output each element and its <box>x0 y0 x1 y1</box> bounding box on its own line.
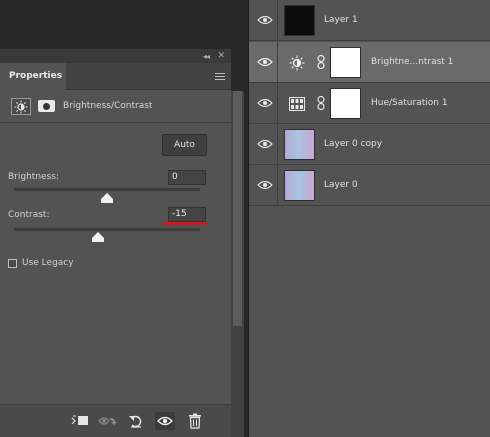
contrast-input[interactable]: -15 <box>168 207 206 222</box>
layer-mask-thumbnail[interactable] <box>330 47 361 78</box>
close-panel-icon[interactable]: ✕ <box>217 50 225 63</box>
properties-scroll-thumb[interactable] <box>233 91 242 326</box>
trash-icon[interactable] <box>185 412 205 430</box>
layer-row-layer-1[interactable]: Layer 1 <box>249 0 490 41</box>
contrast-highlight-mark <box>163 222 207 225</box>
layers-panel: Layer 1 Brightne...ntrast 1 Hue/Saturati… <box>249 0 490 437</box>
layer-name: Layer 0 copy <box>324 139 383 149</box>
eye-column-separator <box>277 0 278 41</box>
brightness-slider-track[interactable] <box>14 188 200 191</box>
layer-name: Layer 1 <box>324 15 358 25</box>
adjustment-title: Brightness/Contrast <box>63 101 153 111</box>
layer-name: Layer 0 <box>324 180 358 190</box>
collapse-panel-icon[interactable]: ◂◂ <box>203 50 210 63</box>
use-legacy-checkbox[interactable] <box>8 259 17 268</box>
layer-name: Hue/Saturation 1 <box>371 98 448 108</box>
properties-scrollbar[interactable] <box>231 91 244 437</box>
layer-thumbnail <box>284 129 315 160</box>
clip-to-layer-icon[interactable] <box>70 412 90 430</box>
properties-panel: ◂◂ ✕ Properties Brightness/Contrast <box>0 49 231 437</box>
link-chain-icon[interactable] <box>317 55 325 69</box>
eye-column-separator <box>277 83 278 124</box>
brightness-label: Brightness: <box>8 172 59 182</box>
layer-thumbnail <box>284 170 315 201</box>
visibility-eye-icon[interactable] <box>257 13 273 27</box>
layer-mask-thumbnail[interactable] <box>330 88 361 119</box>
layers-empty-area <box>249 206 490 437</box>
use-legacy-label: Use Legacy <box>22 258 74 268</box>
properties-panel-topbar: ◂◂ ✕ <box>0 50 231 63</box>
view-previous-state-icon[interactable] <box>98 412 118 430</box>
reset-icon[interactable] <box>126 412 146 430</box>
properties-bottom-bar <box>0 404 231 437</box>
layer-row-layer-0-copy[interactable]: Layer 0 copy <box>249 124 490 165</box>
contrast-slider-track[interactable] <box>14 228 200 231</box>
layer-mask-icon[interactable] <box>38 100 55 112</box>
eye-column-separator <box>277 42 278 83</box>
contrast-label: Contrast: <box>8 210 50 220</box>
visibility-eye-icon[interactable] <box>257 178 273 192</box>
properties-header: Brightness/Contrast <box>0 90 231 123</box>
visibility-eye-icon[interactable] <box>257 137 273 151</box>
brightness-sun-icon <box>287 54 307 71</box>
visibility-eye-icon[interactable] <box>155 412 175 430</box>
layer-name: Brightne...ntrast 1 <box>371 57 454 67</box>
properties-tabbar: Properties <box>0 63 231 90</box>
eye-column-separator <box>277 124 278 165</box>
tab-properties[interactable]: Properties <box>0 63 66 90</box>
layer-row-brightness-contrast[interactable]: Brightne...ntrast 1 <box>249 42 490 83</box>
eye-column-separator <box>277 165 278 206</box>
panel-menu-icon[interactable] <box>215 73 225 81</box>
auto-button[interactable]: Auto <box>162 134 207 156</box>
layer-row-hue-saturation[interactable]: Hue/Saturation 1 <box>249 83 490 124</box>
brightness-input[interactable]: 0 <box>168 170 206 185</box>
brightness-sun-icon[interactable] <box>11 98 31 115</box>
visibility-eye-icon[interactable] <box>257 55 273 69</box>
hue-saturation-icon <box>287 95 307 112</box>
visibility-eye-icon[interactable] <box>257 96 273 110</box>
link-chain-icon[interactable] <box>317 96 325 110</box>
layer-thumbnail <box>284 5 315 36</box>
layer-row-layer-0[interactable]: Layer 0 <box>249 165 490 206</box>
